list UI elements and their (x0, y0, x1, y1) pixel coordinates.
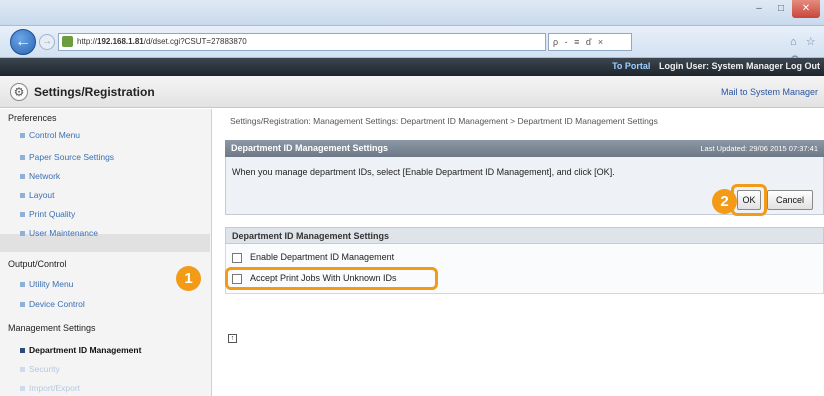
forward-icon[interactable]: → (39, 34, 55, 50)
bullet-icon (20, 155, 25, 161)
enable-department-id-label: Enable Department ID Management (250, 252, 395, 262)
url-host: 192.168.1.81 (97, 37, 144, 46)
sidebar-item-utility-menu[interactable]: Utility Menu (20, 279, 73, 289)
callout-one: 1 (176, 266, 201, 291)
sidebar-item-label: User Maintenance (29, 228, 98, 238)
gear-icon: ⚙ (10, 83, 28, 101)
to-portal-link[interactable]: To Portal (612, 61, 650, 71)
sidebar-item-security[interactable]: Security (20, 364, 60, 374)
page-title: Settings/Registration (34, 85, 155, 99)
sidebar-item-department-id-management[interactable]: Department ID Management (20, 345, 141, 355)
header-band: To Portal Login User: System Manager Log… (0, 58, 824, 76)
bullet-icon (20, 348, 25, 354)
enable-department-id-checkbox[interactable] (232, 252, 242, 263)
bullet-icon (20, 231, 25, 237)
mail-to-system-manager-link[interactable]: Mail to System Manager (721, 87, 818, 97)
bullet-icon (20, 367, 25, 373)
settings-panel-header: Department ID Management Settings Last U… (225, 140, 824, 157)
sidebar-item-label: Layout (29, 190, 55, 200)
enable-department-id-row[interactable]: Enable Department ID Management (232, 252, 394, 263)
sidebar-item-print-quality[interactable]: Print Quality (20, 209, 75, 219)
accept-unknown-ids-checkbox[interactable] (232, 273, 242, 284)
logout-link[interactable]: Log Out (786, 61, 821, 71)
browser-home-favorites-tools-icon[interactable]: ⌂ ☆ ⚙ (790, 33, 824, 66)
bullet-icon (20, 386, 25, 392)
panel-title: Department ID Management Settings (231, 143, 389, 153)
sidebar-item-label: Print Quality (29, 209, 76, 219)
sidebar-item-import-export[interactable]: Import/Export (20, 383, 80, 393)
maximize-icon[interactable]: □ (770, 0, 792, 18)
url-path: /d/dset.cgi?CSUT=27883870 (143, 37, 247, 46)
address-bar[interactable]: http://192.168.1.81/d/dset.cgi?CSUT=2788… (58, 33, 546, 51)
browser-titlebar: – □ ✕ (0, 0, 824, 26)
sidebar-item-network[interactable]: Network (20, 171, 60, 181)
sidebar-group-preferences: Preferences (8, 113, 57, 123)
sidebar-item-label: Security (29, 364, 60, 374)
sidebar-item-label: Network (29, 171, 61, 181)
section-header: Department ID Management Settings (225, 227, 824, 244)
back-icon[interactable]: ← (10, 29, 36, 55)
url-prefix: http:// (77, 37, 98, 46)
instruction-message: When you manage department IDs, select [… (232, 167, 615, 177)
close-icon[interactable]: ✕ (792, 0, 820, 18)
sidebar-item-device-control[interactable]: Device Control (20, 299, 85, 309)
sidebar-group-management-settings: Management Settings (8, 323, 96, 333)
login-user-label: Login User: System Manager (658, 61, 783, 71)
sidebar-item-control-menu[interactable]: Control Menu (20, 130, 80, 140)
bullet-icon (20, 302, 25, 308)
bullet-icon (20, 174, 25, 180)
header-links: To Portal Login User: System Manager Log… (612, 61, 820, 71)
accept-unknown-ids-label: Accept Print Jobs With Unknown IDs (250, 273, 397, 283)
sidebar-item-label: Utility Menu (29, 279, 74, 289)
sidebar-item-label: Department ID Management (29, 345, 142, 355)
bullet-icon (20, 193, 25, 199)
ok-button[interactable]: OK (737, 190, 761, 210)
minimize-icon[interactable]: – (748, 0, 770, 18)
browser-navbar: ← → http://192.168.1.81/d/dset.cgi?CSUT=… (0, 26, 824, 66)
bullet-icon (20, 133, 25, 139)
sidebar-item-paper-source-settings[interactable]: Paper Source Settings (20, 152, 114, 162)
breadcrumb: Settings/Registration: Management Settin… (230, 116, 658, 126)
sidebar-item-label: Device Control (29, 299, 85, 309)
section-title: Department ID Management Settings (232, 231, 390, 241)
page-header: ⚙ Settings/Registration Mail to System M… (0, 76, 824, 108)
callout-two: 2 (712, 189, 737, 214)
last-updated: Last Updated: 29/06 2015 07:37:41 (700, 144, 818, 153)
bullet-icon (20, 282, 25, 288)
site-icon (62, 36, 73, 47)
accept-unknown-ids-row[interactable]: Accept Print Jobs With Unknown IDs (232, 273, 397, 284)
sidebar-item-layout[interactable]: Layout (20, 190, 55, 200)
sidebar-item-label: Control Menu (29, 130, 81, 140)
page-top-icon[interactable]: ↑ (228, 334, 237, 343)
sidebar-group-output-control: Output/Control (8, 259, 67, 269)
sidebar-item-label: Import/Export (29, 383, 81, 393)
sidebar-item-user-maintenance[interactable]: User Maintenance (20, 228, 98, 238)
address-tools[interactable]: ρ - ≡ ď × (548, 33, 632, 51)
bullet-icon (20, 212, 25, 218)
sidebar-item-label: Paper Source Settings (29, 152, 115, 162)
cancel-button[interactable]: Cancel (767, 190, 813, 210)
